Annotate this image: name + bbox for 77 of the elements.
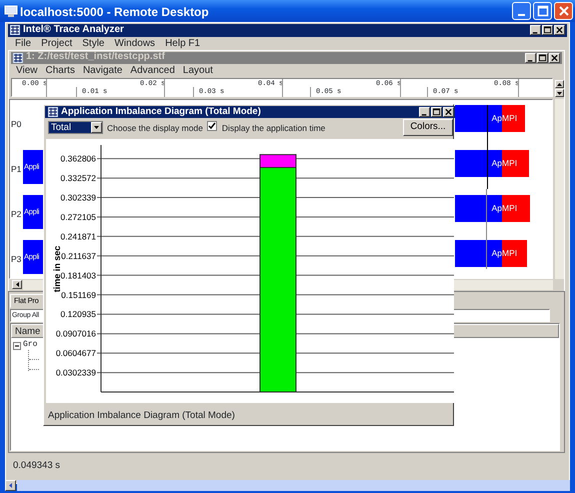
minimize-button[interactable]	[525, 53, 536, 63]
menu-item[interactable]: Navigate	[78, 65, 126, 77]
arrow-down-icon	[557, 92, 562, 94]
maximize-button[interactable]	[537, 53, 548, 63]
application-bar: Ap	[455, 240, 502, 267]
scroll-left-button[interactable]	[5, 480, 16, 491]
app-title: Intel® Trace Analyzer	[23, 24, 124, 36]
tick-label: 0.0302339	[56, 368, 96, 378]
vertical-scrollbar[interactable]	[555, 99, 564, 279]
status-text: 0.049343 s	[13, 459, 60, 473]
close-button[interactable]	[443, 107, 454, 117]
tick-label: 0.181403	[60, 270, 96, 280]
close-icon	[444, 108, 453, 116]
window-title: localhost:5000 - Remote Desktop	[20, 4, 209, 21]
application-bar: Ap	[455, 105, 502, 132]
minimize-icon	[518, 14, 525, 16]
mpi-bar: MPI	[502, 195, 530, 222]
arrow-left-icon	[9, 483, 12, 488]
document-icon	[13, 53, 23, 63]
minimize-button[interactable]	[530, 25, 541, 35]
horizontal-scrollbar[interactable]	[17, 480, 570, 491]
menu-item[interactable]: Help F1	[161, 38, 204, 50]
menu-item[interactable]: View	[12, 65, 42, 77]
maximize-icon	[543, 26, 552, 34]
menu-item[interactable]: Advanced	[126, 65, 179, 77]
mpi-bar: MPI	[502, 240, 527, 267]
tick-label: 0.0604677	[56, 348, 96, 358]
process-label: P0	[11, 118, 22, 131]
maximize-button[interactable]	[431, 107, 442, 117]
menu-item[interactable]: Charts	[42, 65, 79, 77]
menu-item[interactable]: File	[11, 38, 36, 50]
close-icon	[555, 26, 564, 34]
document-title: 1: Z:/test/test_inst/testcpp.stf	[26, 51, 165, 63]
arrow-up-icon	[557, 82, 562, 86]
minimize-button[interactable]	[419, 107, 430, 117]
maximize-icon	[538, 54, 547, 62]
maximize-icon	[432, 108, 441, 116]
mode-select[interactable]: Total	[48, 121, 103, 134]
remote-desktop-icon	[4, 4, 18, 18]
maximize-button[interactable]	[542, 25, 553, 35]
menu-item[interactable]: Project	[37, 38, 76, 50]
process-label: P1	[11, 163, 22, 176]
scroll-up-button[interactable]	[555, 80, 564, 88]
mpi-bar: MPI	[502, 105, 525, 132]
mpi-bar: MPI	[502, 150, 529, 177]
application-bar: Ap	[455, 150, 502, 177]
app-icon	[10, 25, 20, 35]
tick-label: 0.272105	[60, 212, 96, 222]
colors-button[interactable]: Colors...	[403, 119, 453, 136]
tick-label: 0.211637	[61, 250, 96, 261]
tick-label: 0.362806	[60, 154, 96, 164]
scroll-down-button[interactable]	[555, 89, 564, 97]
tick-label: 0.302339	[60, 192, 96, 202]
dialog-title: Application Imbalance Diagram (Total Mode)	[61, 105, 261, 118]
scroll-left-button[interactable]	[12, 280, 22, 289]
close-icon	[550, 54, 559, 62]
dialog-status-text: Application Imbalance Diagram (Total Mode)	[48, 409, 235, 423]
mode-label: Choose the display mode	[107, 122, 203, 135]
menu-item[interactable]: Layout	[178, 65, 217, 77]
process-label: P3	[11, 253, 22, 266]
checkbox-label: Display the application time	[222, 122, 326, 135]
arrow-left-icon	[16, 282, 18, 287]
tree-item[interactable]: Gro	[23, 341, 38, 349]
arrow-down-icon	[94, 126, 99, 129]
checkbox[interactable]	[206, 121, 217, 131]
menu-item[interactable]: Style	[78, 38, 108, 50]
process-label: P2	[11, 208, 22, 221]
collapse-icon[interactable]	[13, 342, 21, 350]
close-button[interactable]	[554, 25, 565, 35]
dialog-icon	[48, 107, 58, 117]
close-button[interactable]	[549, 53, 560, 63]
application-bar: Ap	[455, 195, 502, 222]
tick-label: 0.0907016	[56, 328, 96, 339]
tick-label: 0.241871	[60, 231, 96, 242]
tick-label: 0.332572	[60, 173, 96, 184]
menu-item[interactable]: Windows	[110, 38, 160, 50]
tick-label: 0.120935	[60, 309, 96, 320]
